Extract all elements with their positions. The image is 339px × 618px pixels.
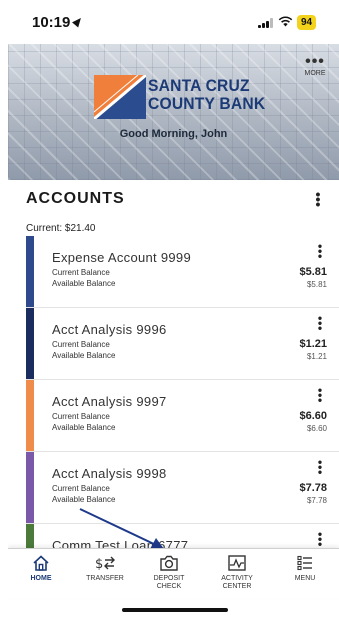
current-balance-label: Current Balance: [52, 340, 110, 349]
status-time-wrap: 10:19: [32, 14, 85, 31]
accounts-options-icon[interactable]: • • •: [311, 187, 325, 211]
home-indicator: [122, 608, 228, 612]
bank-logo-icon: [94, 75, 146, 119]
account-color-stripe: [26, 308, 34, 379]
available-balance-label: Available Balance: [52, 423, 116, 432]
header-banner: SANTA CRUZ COUNTY BANK Good Morning, Joh…: [8, 44, 339, 180]
camera-icon: [140, 553, 198, 573]
home-icon: [12, 553, 70, 573]
account-name: Acct Analysis 9998: [52, 466, 167, 481]
greeting-text: Good Morning, John: [119, 128, 228, 140]
nav-transfer[interactable]: $ TRANSFER: [76, 553, 134, 583]
transfer-icon: $: [76, 553, 134, 573]
account-options-icon[interactable]: • • •: [315, 312, 325, 334]
accounts-title: ACCOUNTS: [26, 190, 125, 207]
nav-menu-label: MENU: [294, 575, 316, 582]
available-balance-value: $1.21: [306, 352, 327, 361]
status-time: 10:19: [32, 14, 71, 31]
app-screen: 10:19 94 SANTA CRUZ COUNTY BANK Good Mor…: [8, 0, 339, 618]
current-balance-value: $7.78: [299, 482, 327, 494]
nav-activity-center[interactable]: ACTIVITY CENTER: [208, 553, 266, 591]
nav-home-label: HOME: [30, 575, 52, 582]
account-name: Acct Analysis 9996: [52, 322, 167, 337]
nav-activity-center-label: ACTIVITY CENTER: [221, 575, 253, 590]
account-row[interactable]: Comm Test Loan 6777 • • •: [26, 524, 339, 548]
current-balance-value: $1.21: [299, 338, 327, 350]
account-row[interactable]: Acct Analysis 9997 Current Balance Avail…: [26, 380, 339, 452]
wifi-icon: [278, 16, 293, 30]
location-arrow-icon: [72, 15, 85, 28]
account-row[interactable]: Expense Account 9999 Current Balance Ava…: [26, 236, 339, 308]
account-row[interactable]: Acct Analysis 9998 Current Balance Avail…: [26, 452, 339, 524]
nav-deposit-check[interactable]: DEPOSIT CHECK: [140, 553, 198, 591]
current-balance-label: Current Balance: [52, 412, 110, 421]
account-options-icon[interactable]: • • •: [315, 384, 325, 406]
more-label: MORE: [304, 70, 326, 77]
current-balance-value: $5.81: [299, 266, 327, 278]
battery-level: 94: [301, 17, 313, 28]
account-color-stripe: [26, 380, 34, 451]
account-options-icon[interactable]: • • •: [315, 456, 325, 478]
available-balance-value: $7.78: [306, 496, 327, 505]
current-balance-label: Current Balance: [52, 484, 110, 493]
current-balance-label: Current Balance: [52, 268, 110, 277]
account-list: Expense Account 9999 Current Balance Ava…: [26, 236, 339, 548]
signal-icon: [258, 18, 276, 28]
more-button[interactable]: ••• MORE: [298, 53, 332, 78]
account-name: Expense Account 9999: [52, 250, 191, 265]
menu-icon: [276, 553, 334, 573]
more-dots-icon: •••: [305, 53, 325, 70]
svg-text:$: $: [95, 557, 103, 572]
account-options-icon[interactable]: • • •: [315, 528, 325, 548]
nav-home[interactable]: HOME: [12, 553, 70, 583]
nav-transfer-label: TRANSFER: [86, 575, 124, 582]
available-balance-value: $5.81: [306, 280, 327, 289]
account-color-stripe: [26, 236, 34, 307]
bank-name: SANTA CRUZ COUNTY BANK: [148, 77, 265, 113]
account-name: Comm Test Loan 6777: [52, 538, 189, 548]
accounts-header: ACCOUNTS • • •: [8, 180, 339, 220]
bottom-nav: HOME $ TRANSFER DEPOSIT CHECK ACTIVITY C…: [8, 548, 339, 598]
account-row[interactable]: Acct Analysis 9996 Current Balance Avail…: [26, 308, 339, 380]
nav-menu[interactable]: MENU: [276, 553, 334, 583]
available-balance-label: Available Balance: [52, 351, 116, 360]
available-balance-value: $6.60: [306, 424, 327, 433]
available-balance-label: Available Balance: [52, 279, 116, 288]
nav-deposit-check-label: DEPOSIT CHECK: [153, 575, 185, 590]
account-options-icon[interactable]: • • •: [315, 240, 325, 262]
account-color-stripe: [26, 524, 34, 548]
account-name: Acct Analysis 9997: [52, 394, 167, 409]
accounts-current-total: Current: $21.40: [26, 223, 96, 234]
current-balance-value: $6.60: [299, 410, 327, 422]
status-bar: 10:19 94: [8, 0, 339, 44]
battery-icon: 94: [297, 15, 317, 30]
bank-name-line-1: SANTA CRUZ: [148, 76, 250, 95]
account-color-stripe: [26, 452, 34, 523]
activity-icon: [208, 553, 266, 573]
available-balance-label: Available Balance: [52, 495, 116, 504]
bank-name-line-2: COUNTY BANK: [148, 94, 266, 113]
